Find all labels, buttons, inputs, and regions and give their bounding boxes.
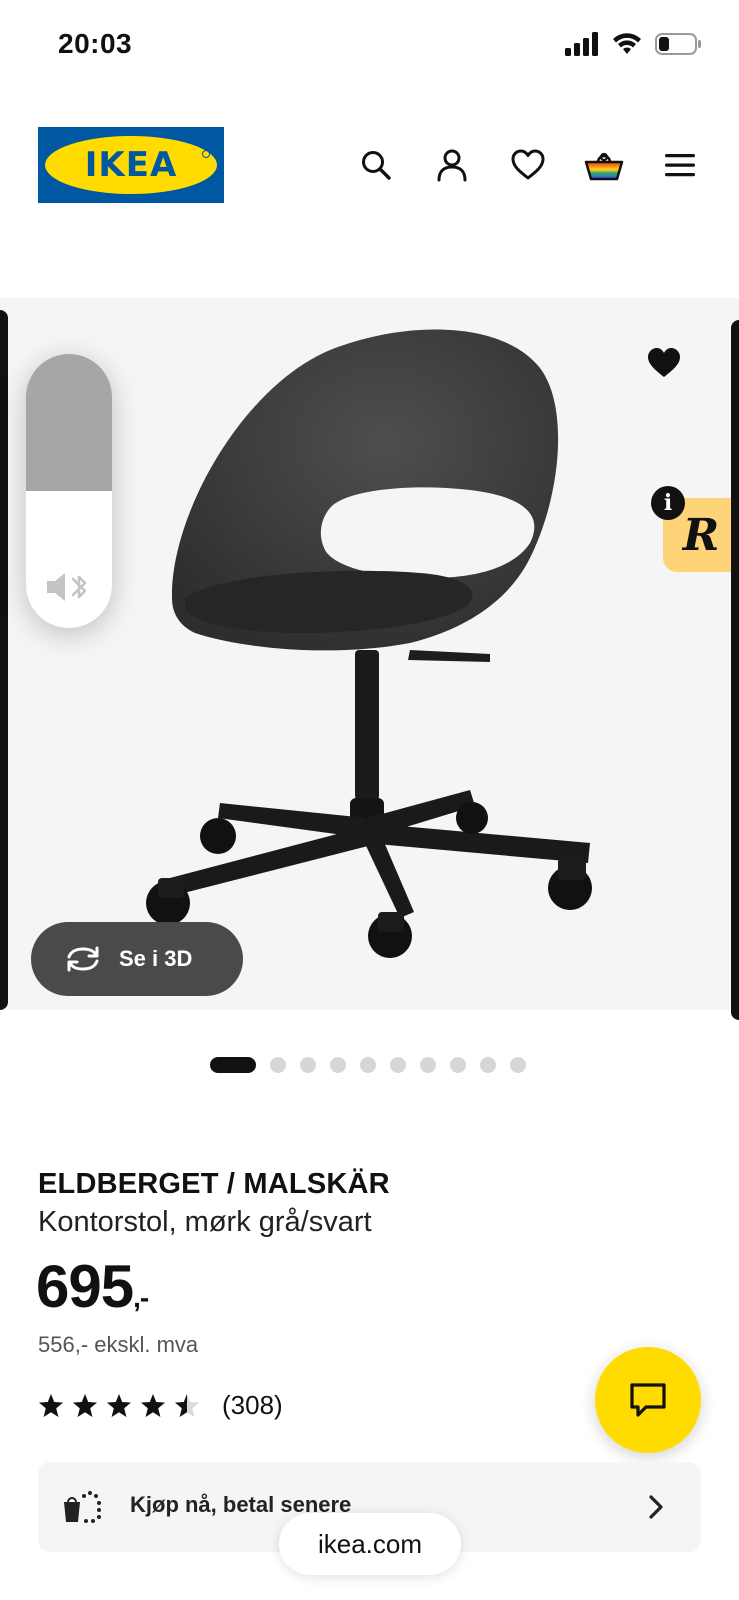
volume-level-fill	[26, 354, 112, 491]
site-header: IKEA	[0, 120, 739, 210]
left-edge-shadow	[0, 310, 8, 1010]
carousel-dot[interactable]	[510, 1057, 526, 1073]
product-rating[interactable]: (308)	[38, 1390, 283, 1421]
chat-bubble-icon	[630, 1383, 666, 1417]
battery-icon	[655, 32, 703, 61]
star-icon	[141, 1393, 165, 1417]
account-button[interactable]	[414, 142, 490, 188]
product-name[interactable]: ELDBERGET / MALSKÄR	[38, 1168, 390, 1201]
browser-url-pill[interactable]: ikea.com	[279, 1513, 461, 1575]
carousel-dot[interactable]	[330, 1057, 346, 1073]
status-bar: 20:03	[0, 0, 739, 95]
volume-icon-wrap	[26, 570, 112, 604]
carousel-dot[interactable]	[270, 1057, 286, 1073]
product-description: Kontorstol, mørk grå/svart	[38, 1206, 372, 1238]
search-button[interactable]	[338, 142, 414, 188]
carousel-pagination[interactable]	[210, 1057, 526, 1073]
status-icons	[565, 32, 703, 61]
bag-sparkle-icon	[64, 1491, 101, 1523]
menu-button[interactable]	[642, 142, 718, 188]
review-count[interactable]: (308)	[222, 1390, 283, 1421]
carousel-dot[interactable]	[360, 1057, 376, 1073]
chat-button[interactable]	[595, 1347, 701, 1453]
view-3d-button[interactable]: Se i 3D	[31, 922, 243, 996]
add-to-favorites-button[interactable]	[634, 335, 694, 391]
carousel-dot[interactable]	[480, 1057, 496, 1073]
volume-hud[interactable]	[26, 354, 112, 628]
menu-icon	[665, 154, 695, 177]
info-icon[interactable]: i	[651, 486, 685, 520]
cart-rainbow-icon	[584, 152, 624, 181]
price-suffix: ,-	[133, 1282, 149, 1313]
status-time: 20:03	[58, 28, 133, 59]
ikea-logo[interactable]: IKEA	[38, 127, 224, 203]
heart-filled-icon	[648, 348, 680, 377]
wifi-icon	[611, 32, 643, 61]
view-3d-label: Se i 3D	[119, 946, 193, 971]
carousel-dot[interactable]	[420, 1057, 436, 1073]
rating-stars	[38, 1393, 200, 1419]
header-nav	[338, 142, 718, 188]
product-price: 695,-	[36, 1252, 149, 1321]
account-icon	[437, 149, 467, 182]
star-icon	[107, 1393, 131, 1417]
star-icon	[73, 1393, 97, 1417]
speaker-bluetooth-icon	[47, 573, 87, 601]
search-icon	[362, 151, 391, 180]
price-value: 695	[36, 1253, 134, 1320]
cart-button[interactable]	[566, 142, 642, 188]
heart-outline-icon	[511, 149, 545, 180]
chevron-right-icon	[649, 1495, 663, 1519]
signal-icon	[565, 32, 599, 61]
star-icon	[39, 1393, 63, 1417]
star-icon	[175, 1393, 199, 1417]
carousel-dot-active[interactable]	[210, 1057, 256, 1073]
price-excl-vat: 556,- ekskl. mva	[38, 1332, 199, 1357]
right-edge-shadow	[731, 320, 739, 1020]
carousel-dot[interactable]	[300, 1057, 316, 1073]
carousel-dot[interactable]	[450, 1057, 466, 1073]
rotate-3d-icon	[67, 946, 99, 972]
favorites-button[interactable]	[490, 142, 566, 188]
registered-mark	[202, 150, 210, 158]
carousel-dot[interactable]	[390, 1057, 406, 1073]
logo-text: IKEA	[84, 145, 178, 185]
